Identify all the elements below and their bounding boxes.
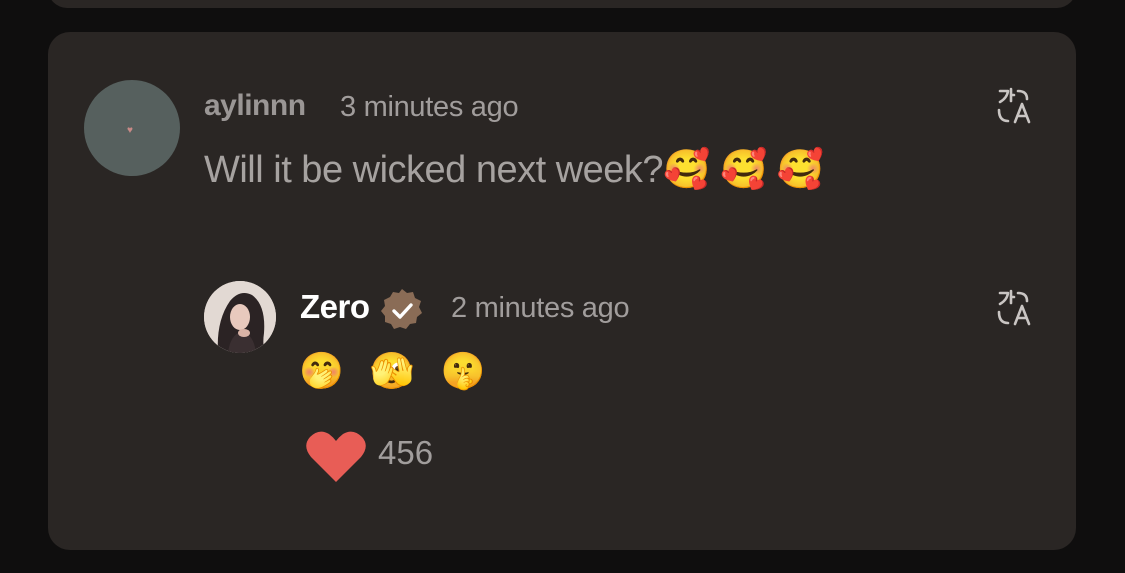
reply-avatar[interactable] bbox=[204, 281, 276, 353]
avatar[interactable]: ♥ bbox=[84, 80, 180, 176]
reply-username[interactable]: Zero bbox=[300, 288, 370, 326]
avatar-heart-icon: ♥ bbox=[127, 125, 133, 136]
verified-badge-icon bbox=[381, 289, 422, 329]
previous-comment-card bbox=[48, 0, 1076, 8]
comment-text: Will it be wicked next week?🥰 🥰 🥰 bbox=[204, 149, 824, 191]
reply-avatar-image bbox=[204, 281, 276, 353]
reply-text: 🤭 🫣 🤫 bbox=[299, 350, 494, 391]
translate-icon[interactable] bbox=[996, 288, 1036, 328]
like-count: 456 bbox=[378, 434, 434, 471]
comment-username[interactable]: aylinnn bbox=[204, 89, 306, 123]
heart-icon[interactable] bbox=[304, 428, 368, 484]
translate-icon[interactable] bbox=[996, 86, 1036, 126]
reply-timestamp: 2 minutes ago bbox=[451, 292, 630, 324]
comment-timestamp: 3 minutes ago bbox=[340, 91, 519, 123]
comment-card bbox=[48, 32, 1076, 550]
